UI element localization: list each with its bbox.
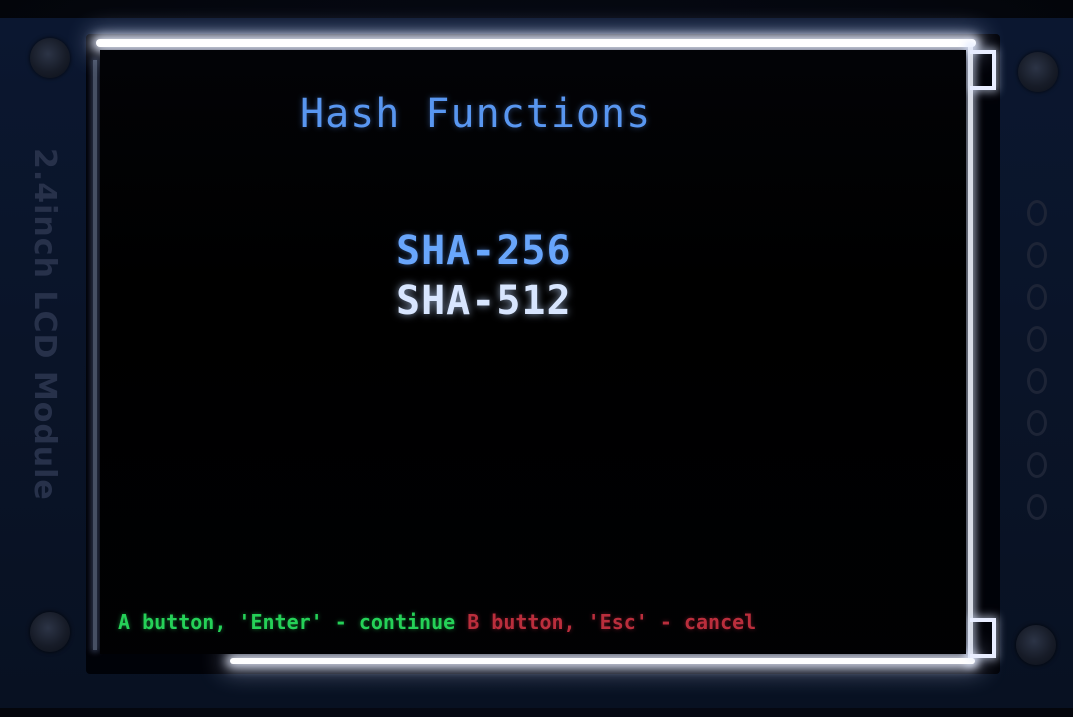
menu-item-sha-256[interactable]: SHA-256 (396, 226, 572, 276)
header-pin-icon (1027, 326, 1047, 352)
header-pin-icon (1027, 494, 1047, 520)
backlight-edge-bottom (230, 658, 975, 664)
hash-function-menu: SHA-256 SHA-512 (396, 226, 572, 326)
panel-corner-tab-bottom (970, 618, 996, 658)
header-pin-icon (1027, 452, 1047, 478)
screw-hole-icon (30, 38, 70, 78)
cancel-hint: B button, 'Esc' - cancel (467, 610, 757, 634)
screw-hole-icon (1016, 625, 1056, 665)
header-pins (1022, 200, 1052, 520)
header-pin-icon (1027, 200, 1047, 226)
screw-hole-icon (1018, 52, 1058, 92)
backlight-edge-right (968, 44, 973, 664)
header-pin-icon (1027, 410, 1047, 436)
panel-corner-tab-top (970, 50, 996, 90)
backlight-edge-left (93, 60, 97, 650)
photo-scene: 2.4inch LCD Module Hash Functions SHA-25… (0, 0, 1073, 717)
header-pin-icon (1027, 368, 1047, 394)
screw-hole-icon (30, 612, 70, 652)
button-hints: A button, 'Enter' - continue B button, '… (118, 610, 756, 634)
header-pin-icon (1027, 284, 1047, 310)
backlight-edge-top (96, 39, 976, 47)
continue-hint: A button, 'Enter' - continue (118, 610, 456, 634)
header-pin-icon (1027, 242, 1047, 268)
module-silkscreen-label: 2.4inch LCD Module (27, 148, 62, 501)
screen-title: Hash Functions (300, 91, 652, 137)
display-screen: Hash Functions SHA-256 SHA-512 A button,… (100, 50, 966, 654)
menu-item-sha-512[interactable]: SHA-512 (396, 276, 572, 326)
